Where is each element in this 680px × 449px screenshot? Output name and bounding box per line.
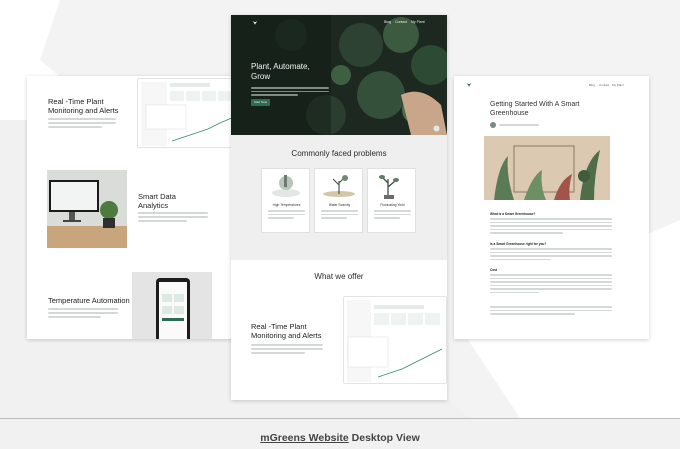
phone-photo bbox=[132, 272, 212, 339]
monitor-plant-illustration bbox=[47, 180, 127, 248]
offer-dashboard-screenshot bbox=[343, 296, 447, 384]
problem-name: Water Scarcity bbox=[328, 203, 351, 207]
feature-desc-analytics bbox=[138, 212, 208, 224]
feature-desc-temperature bbox=[48, 308, 118, 320]
features-page-card: Real -Time Plant Monitoring and Alerts S… bbox=[27, 76, 240, 339]
article-paragraph bbox=[490, 218, 612, 236]
problems-title: Commonly faced problems bbox=[291, 149, 387, 158]
caption: mGreens Website Desktop View bbox=[0, 432, 680, 444]
homepage-card: Blog Contact My Plant Plant, Automate, G… bbox=[231, 15, 447, 400]
offer-feature-desc bbox=[251, 344, 323, 356]
phone-app-illustration bbox=[156, 278, 190, 339]
hero-title: Plant, Automate, Grow bbox=[251, 62, 310, 81]
article-paragraph bbox=[490, 274, 612, 295]
author-avatar bbox=[490, 122, 496, 128]
scroll-down-icon[interactable] bbox=[433, 125, 440, 132]
article-paragraph bbox=[490, 306, 612, 317]
dashboard-screenshot bbox=[137, 78, 240, 148]
offer-title: What we offer bbox=[314, 272, 364, 281]
problem-card: Fluctuating Yield bbox=[367, 168, 416, 233]
greenhouse-illustration bbox=[484, 136, 610, 200]
article-paragraph bbox=[490, 248, 612, 262]
dry-tree-icon bbox=[323, 175, 355, 197]
problem-card: Water Scarcity bbox=[314, 168, 363, 233]
start-now-button[interactable]: Start Now bbox=[251, 99, 270, 106]
offer-section: What we offer Real -Time Plant Monitorin… bbox=[231, 260, 447, 400]
problem-card: High Temperatures bbox=[261, 168, 310, 233]
offer-feature-title: Real -Time Plant Monitoring and Alerts bbox=[251, 322, 322, 340]
feature-title-temperature: Temperature Automation bbox=[48, 296, 130, 305]
problem-name: High Temperatures bbox=[272, 203, 301, 207]
thermometer-plant-icon bbox=[272, 175, 300, 197]
desk-photo bbox=[47, 170, 127, 248]
problems-section: Commonly faced problems High Temperature… bbox=[231, 135, 447, 260]
feature-title-analytics: Smart Data Analytics bbox=[138, 192, 176, 210]
nav-link-contact[interactable]: Contact bbox=[395, 20, 407, 24]
problem-desc bbox=[321, 210, 358, 221]
nav-link-contact[interactable]: Contact bbox=[599, 83, 609, 87]
nav-link-blog[interactable]: Blog bbox=[589, 83, 595, 87]
feature-desc-monitoring bbox=[48, 118, 116, 130]
nav-link-blog[interactable]: Blog bbox=[384, 20, 391, 24]
hero-subtitle bbox=[251, 87, 329, 98]
feature-title-monitoring: Real -Time Plant Monitoring and Alerts bbox=[48, 97, 119, 115]
caption-rest: Desktop View bbox=[348, 432, 420, 444]
author-meta bbox=[499, 124, 539, 128]
problem-desc bbox=[374, 210, 411, 221]
nav-link-my-plant[interactable]: My Plant bbox=[411, 20, 425, 24]
dashboard-chart bbox=[141, 82, 235, 146]
mgreens-logo-icon[interactable] bbox=[464, 80, 474, 88]
problem-desc bbox=[268, 210, 305, 221]
caption-brand-link[interactable]: mGreens Website bbox=[260, 432, 349, 444]
hero-section: Blog Contact My Plant Plant, Automate, G… bbox=[231, 15, 447, 135]
article-heading: What is a Smart Greenhouse? bbox=[490, 212, 536, 216]
blog-article-card: Blog Contact My Plant Getting Started Wi… bbox=[454, 76, 649, 339]
article-heading: Is a Smart Greenhouse right for you? bbox=[490, 242, 547, 246]
greenhouse-plants-image bbox=[484, 136, 610, 200]
wilting-plant-icon bbox=[379, 175, 399, 199]
problem-name: Fluctuating Yield bbox=[380, 203, 405, 207]
article-title: Getting Started With A Smart Greenhouse bbox=[490, 101, 580, 117]
article-heading: Cost bbox=[490, 268, 498, 272]
mgreens-logo-icon[interactable] bbox=[250, 18, 260, 26]
offer-dashboard-chart bbox=[347, 300, 443, 382]
nav-link-my-plant[interactable]: My Plant bbox=[612, 83, 624, 87]
footer-divider bbox=[0, 418, 680, 419]
